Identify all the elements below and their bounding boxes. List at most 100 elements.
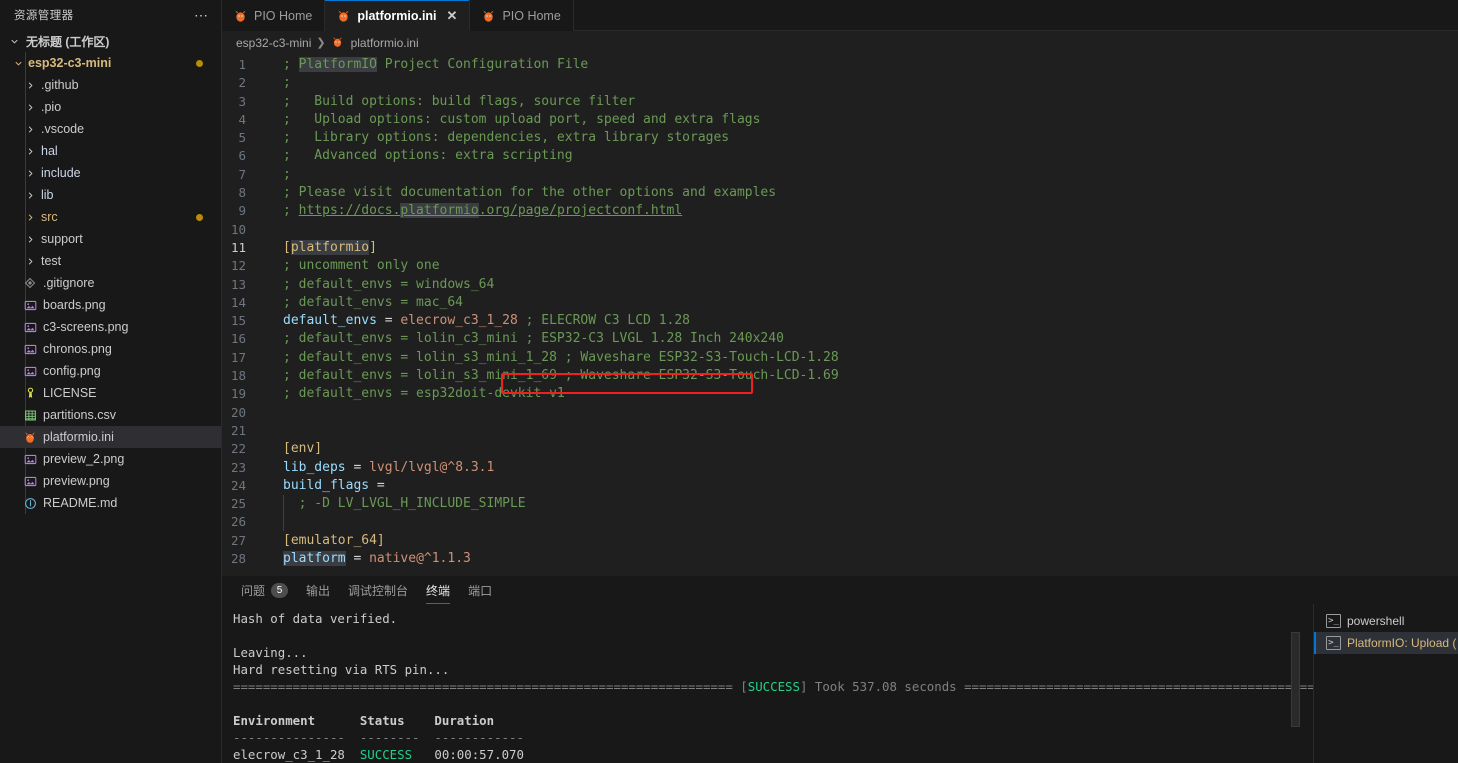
code-text: ; default_envs = esp32doit-devkit-v1 — [266, 385, 565, 403]
panel-tab-label: 端口 — [468, 584, 493, 598]
code-line: 12 ; uncomment only one — [222, 257, 1458, 275]
tree-item-file[interactable]: chronos.png — [0, 338, 221, 360]
scrollbar-thumb[interactable] — [1291, 632, 1300, 727]
tab-terminal[interactable]: 终端 — [417, 582, 459, 604]
terminal-list-label: powershell — [1347, 614, 1405, 628]
tree-item-file[interactable]: preview_2.png — [0, 448, 221, 470]
tree-item-folder-src[interactable]: src — [0, 206, 221, 228]
file-label: .gitignore — [43, 276, 95, 290]
editor-area: PIO Home platformio.ini ✕ PIO Home esp32… — [222, 0, 1458, 763]
line-number: 14 — [230, 294, 246, 310]
tab-pio-home-2[interactable]: PIO Home — [470, 0, 574, 31]
line-number: 11 — [230, 239, 246, 255]
code-token: ; Please visit documentation for the oth… — [283, 185, 777, 201]
code-line: 17 ; default_envs = lolin_s3_mini_1_28 ; … — [222, 349, 1458, 367]
tab-label: platformio.ini — [357, 8, 437, 23]
code-token: PlatformIO — [298, 57, 377, 72]
code-token: build_flags — [283, 477, 370, 493]
code-token: https://docs. — [298, 203, 401, 219]
tab-output[interactable]: 输出 — [297, 582, 339, 604]
image-icon — [22, 319, 38, 335]
tree-item-folder[interactable]: .pio — [0, 96, 221, 118]
code-token: [env] — [283, 441, 323, 457]
terminal-list-item-powershell[interactable]: >_ powershell — [1314, 610, 1458, 632]
terminal-line: elecrow_c3_1_28 SUCCESS 00:00:57.070 — [233, 746, 1313, 763]
tree-item-folder[interactable]: .github — [0, 74, 221, 96]
vscode-window: 资源管理器 ⋯ 无标题 (工作区) esp32-c3-mini .github — [0, 0, 1458, 763]
explorer-title: 资源管理器 — [14, 10, 74, 22]
tree-item-file-platformio-ini[interactable]: platformio.ini — [0, 426, 221, 448]
tab-debug-console[interactable]: 调试控制台 — [339, 582, 417, 604]
terminal-icon: >_ — [1326, 614, 1341, 628]
code-line: 14 ; default_envs = mac_64 — [222, 294, 1458, 312]
folder-label: support — [41, 232, 83, 246]
line-number: 25 — [230, 496, 246, 512]
editor-tab-bar: PIO Home platformio.ini ✕ PIO Home — [222, 0, 1458, 31]
tree-item-file[interactable]: LICENSE — [0, 382, 221, 404]
chevron-right-icon — [22, 209, 38, 225]
terminal-token: elecrow_c3_1_28 — [233, 747, 360, 762]
bottom-panel: 问题 5 输出 调试控制台 终端 端口 Hash of data verifie… — [222, 576, 1458, 763]
code-line: 16 ; default_envs = lolin_c3_mini ; ESP32… — [222, 330, 1458, 348]
line-number: 1 — [238, 57, 246, 72]
modified-dot-icon — [196, 214, 203, 221]
tree-item-project[interactable]: esp32-c3-mini — [0, 52, 221, 74]
code-token: [emulator_64] — [283, 532, 385, 548]
tab-problems[interactable]: 问题 5 — [232, 582, 297, 604]
folder-label: hal — [41, 144, 58, 158]
code-text: ; Advanced options: extra scripting — [266, 147, 573, 165]
line-number: 19 — [230, 386, 246, 402]
ellipsis-icon[interactable]: ⋯ — [194, 8, 209, 22]
line-number: 5 — [238, 130, 246, 146]
code-text: default_envs = elecrow_c3_1_28 ; ELECROW… — [266, 312, 690, 330]
line-number: 27 — [230, 532, 246, 548]
file-label: chronos.png — [43, 342, 112, 356]
terminal-scrollbar[interactable] — [1289, 604, 1300, 763]
code-token: .org/page/projectconf.html — [478, 203, 683, 219]
code-text: platform = native@^1.1.3 — [266, 550, 471, 568]
file-label: partitions.csv — [43, 408, 116, 422]
workspace-root-row[interactable]: 无标题 (工作区) — [0, 30, 221, 52]
code-line: 19 ; default_envs = esp32doit-devkit-v1 — [222, 385, 1458, 403]
breadcrumb-project[interactable]: esp32-c3-mini — [236, 36, 311, 50]
terminal-output[interactable]: Hash of data verified. Leaving... Hard re… — [222, 604, 1313, 763]
tree-item-folder[interactable]: lib — [0, 184, 221, 206]
code-token: ; -D LV_LVGL_H_INCLUDE_SIMPLE — [283, 496, 526, 512]
code-line: 9; https://docs.platformio.org/page/proj… — [222, 202, 1458, 220]
code-line: 28 platform = native@^1.1.3 — [222, 550, 1458, 568]
terminal-token: Hard resetting via RTS pin... — [233, 662, 450, 677]
folder-label: .vscode — [41, 122, 85, 136]
tab-ports[interactable]: 端口 — [459, 582, 501, 604]
tree-item-folder[interactable]: .vscode — [0, 118, 221, 140]
tab-platformio-ini[interactable]: platformio.ini ✕ — [325, 0, 471, 31]
tree-item-folder[interactable]: support — [0, 228, 221, 250]
code-token: ; default_envs = lolin_s3_mini_1_28 ; Wa… — [283, 349, 839, 365]
code-line: 27 [emulator_64] — [222, 532, 1458, 550]
terminal-list-item-platformio-upload[interactable]: >_ PlatformIO: Upload ( — [1314, 632, 1458, 654]
breadcrumb-file[interactable]: platformio.ini — [351, 36, 419, 50]
terminal-token: Leaving... — [233, 645, 308, 660]
indent-guide — [283, 495, 284, 514]
tree-item-file[interactable]: config.png — [0, 360, 221, 382]
line-number: 3 — [238, 93, 246, 109]
tree-item-file[interactable]: .gitignore — [0, 272, 221, 294]
terminal-token: --------------- -------- ------------ — [233, 730, 524, 745]
tree-item-folder[interactable]: include — [0, 162, 221, 184]
image-icon — [22, 473, 38, 489]
panel-tab-label: 输出 — [306, 584, 331, 598]
tree-item-folder[interactable]: test — [0, 250, 221, 272]
tree-item-file[interactable]: partitions.csv — [0, 404, 221, 426]
tree-item-file[interactable]: preview.png — [0, 470, 221, 492]
code-line: 2; — [222, 74, 1458, 92]
chevron-right-icon — [22, 143, 38, 159]
tab-pio-home-1[interactable]: PIO Home — [222, 0, 326, 31]
tree-item-folder[interactable]: hal — [0, 140, 221, 162]
tree-item-file[interactable]: boards.png — [0, 294, 221, 316]
close-icon[interactable]: ✕ — [447, 9, 458, 22]
code-editor[interactable]: 1; PlatformIO Project Configuration File… — [222, 54, 1458, 576]
tree-item-file[interactable]: c3-screens.png — [0, 316, 221, 338]
code-text: ; Build options: build flags, source fil… — [266, 93, 635, 111]
tree-item-file[interactable]: README.md — [0, 492, 221, 514]
gitignore-icon — [22, 275, 38, 291]
code-token: ; default_envs = mac_64 — [283, 294, 464, 310]
